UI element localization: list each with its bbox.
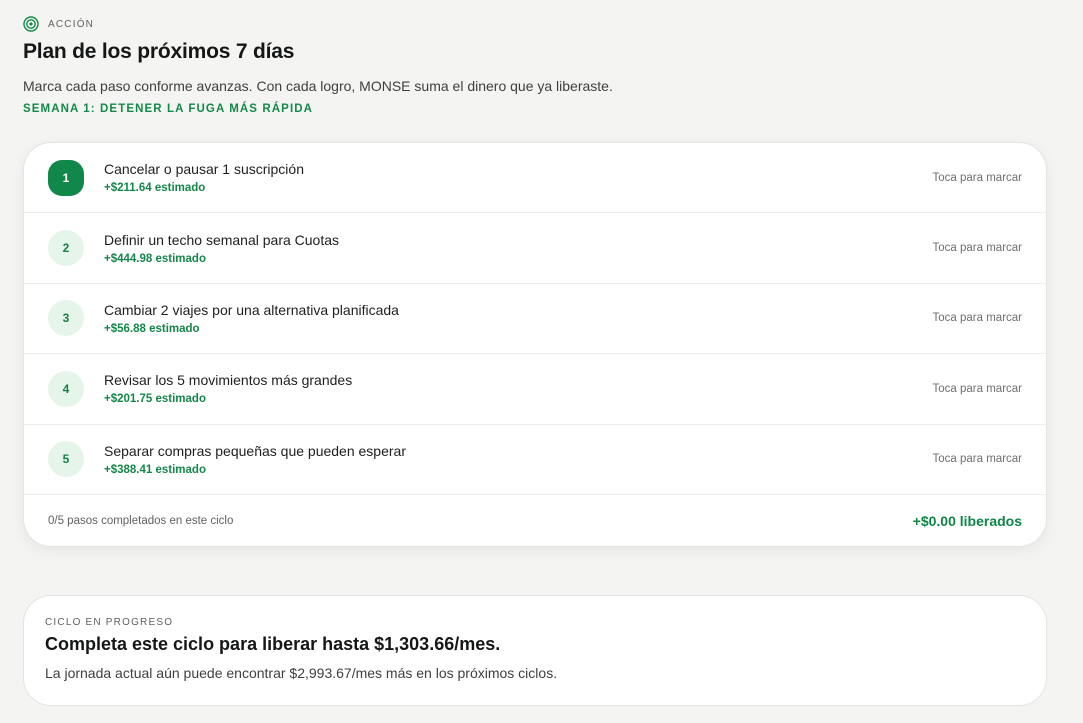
step-amount: +$444.98 estimado [104,252,206,265]
cycle-eyebrow: CICLO EN PROGRESO [45,617,174,628]
plan-card-footer: 0/5 pasos completados en este ciclo +$0.… [24,495,1046,546]
step-title: Definir un techo semanal para Cuotas [104,231,340,248]
step-title: Cambiar 2 viajes por una alternativa pla… [104,301,399,318]
step-amount: +$56.88 estimado [104,322,200,335]
step-title: Cancelar o pausar 1 suscripción [104,161,304,178]
step-mark-hint[interactable]: Toca para marcar [933,172,1022,184]
step-number-badge: 5 [48,441,84,478]
step-row-1[interactable]: 1 Cancelar o pausar 1 suscripción +$211.… [24,143,1046,214]
step-text: Revisar los 5 movimientos más grandes +$… [104,372,933,405]
freed-total: +$0.00 liberados [912,513,1022,530]
step-text: Separar compras pequeñas que pueden espe… [104,443,933,476]
step-mark-hint[interactable]: Toca para marcar [933,383,1022,395]
step-text: Cambiar 2 viajes por una alternativa pla… [104,302,933,335]
step-title: Separar compras pequeñas que pueden espe… [104,442,406,459]
step-number-badge: 4 [48,370,84,407]
step-number-badge: 1 [48,159,84,196]
cycle-title: Completa este ciclo para liberar hasta $… [45,634,501,654]
step-amount: +$388.41 estimado [104,463,206,476]
step-title: Revisar los 5 movimientos más grandes [104,372,353,389]
step-row-2[interactable]: 2 Definir un techo semanal para Cuotas +… [24,213,1046,284]
step-row-5[interactable]: 5 Separar compras pequeñas que pueden es… [24,425,1046,495]
step-number-badge: 3 [48,300,84,337]
step-mark-hint[interactable]: Toca para marcar [933,453,1022,465]
section-eyebrow: ACCIÓN [23,16,94,32]
section-eyebrow-label: ACCIÓN [48,18,95,30]
target-icon [23,16,39,32]
step-text: Definir un techo semanal para Cuotas +$4… [104,232,933,265]
page-subtitle: Marca cada paso conforme avanzas. Con ca… [23,78,613,94]
step-row-3[interactable]: 3 Cambiar 2 viajes por una alternativa p… [24,284,1046,355]
step-mark-hint[interactable]: Toca para marcar [933,312,1022,324]
step-text: Cancelar o pausar 1 suscripción +$211.64… [104,161,933,194]
page-title: Plan de los próximos 7 días [23,40,295,63]
step-amount: +$201.75 estimado [104,393,206,406]
step-number-badge: 2 [48,230,84,267]
plan-card: 1 Cancelar o pausar 1 suscripción +$211.… [23,142,1047,547]
progress-text: 0/5 pasos completados en este ciclo [48,515,234,528]
step-amount: +$211.64 estimado [104,182,206,195]
week-label: SEMANA 1: DETENER LA FUGA MÁS RÁPIDA [23,103,314,115]
cycle-description: La jornada actual aún puede encontrar $2… [45,665,558,681]
cycle-card: CICLO EN PROGRESO Completa este ciclo pa… [23,595,1047,706]
step-row-4[interactable]: 4 Revisar los 5 movimientos más grandes … [24,354,1046,425]
step-mark-hint[interactable]: Toca para marcar [933,242,1022,254]
